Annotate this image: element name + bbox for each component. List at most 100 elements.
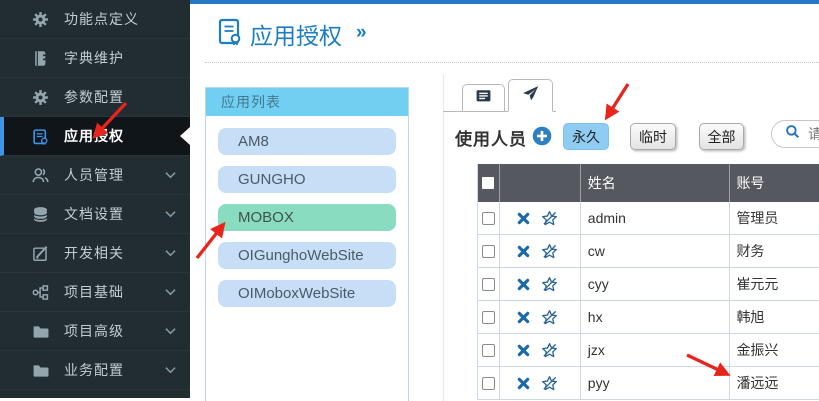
detail-list-icon bbox=[475, 87, 492, 109]
star-slash-icon[interactable] bbox=[541, 243, 558, 260]
delete-x-icon[interactable] bbox=[517, 278, 530, 291]
delete-x-icon[interactable] bbox=[517, 377, 530, 390]
user-account: 财务 bbox=[730, 235, 819, 267]
app-window: 功能点定义 字典维护 参数配置 应用授权 人员管理 文档设置 开发相关 bbox=[0, 0, 819, 401]
arrow-to-permanent bbox=[607, 84, 628, 117]
sitemap-icon bbox=[32, 283, 50, 301]
name-column-header: 姓名 bbox=[581, 164, 731, 202]
row-checkbox[interactable] bbox=[482, 377, 495, 390]
user-account: 韩旭 bbox=[730, 301, 819, 333]
delete-x-icon[interactable] bbox=[517, 311, 530, 324]
star-slash-icon[interactable] bbox=[541, 375, 558, 392]
app-item-oigunghowebsite[interactable]: OIGunghoWebSite bbox=[218, 242, 396, 269]
sidebar-item-feature-definition[interactable]: 功能点定义 bbox=[0, 0, 190, 39]
clipboard-badge-icon bbox=[32, 127, 50, 145]
user-account: 潘远远 bbox=[730, 367, 819, 399]
sidebar-item-parameter-config[interactable]: 参数配置 bbox=[0, 78, 190, 117]
select-all-checkbox[interactable] bbox=[478, 164, 500, 202]
filter-button-all[interactable]: 全部 bbox=[699, 123, 744, 150]
table-row[interactable]: cw 财务 bbox=[478, 235, 819, 268]
sidebar-item-project-basic[interactable]: 项目基础 bbox=[0, 273, 190, 312]
users-panel-title: 使用人员 bbox=[455, 125, 527, 150]
account-column-header: 账号 bbox=[730, 164, 819, 202]
chevron-down-icon bbox=[165, 288, 176, 296]
table-row[interactable]: cyy 崔元元 bbox=[478, 268, 819, 301]
star-slash-icon[interactable] bbox=[541, 342, 558, 359]
edit-icon bbox=[32, 244, 50, 262]
top-accent-bar bbox=[190, 0, 819, 4]
chevron-down-icon bbox=[165, 171, 176, 179]
title-chevron: » bbox=[356, 22, 367, 44]
app-item-oimoboxwebsite[interactable]: OIMoboxWebSite bbox=[218, 280, 396, 307]
sidebar-item-label: 开发相关 bbox=[64, 243, 124, 263]
table-row[interactable]: admin 管理员 bbox=[478, 202, 819, 235]
plus-circle-icon[interactable] bbox=[532, 126, 552, 146]
delete-x-icon[interactable] bbox=[517, 344, 530, 357]
app-list: AM8 GUNGHO MOBOX OIGunghoWebSite OIMobox… bbox=[206, 116, 408, 307]
star-slash-icon[interactable] bbox=[541, 210, 558, 227]
page-title: 应用授权 bbox=[250, 17, 342, 51]
users-icon bbox=[32, 166, 50, 184]
paper-plane-icon bbox=[522, 85, 539, 107]
folder-icon bbox=[32, 361, 50, 379]
sidebar-item-label: 参数配置 bbox=[64, 87, 124, 107]
sidebar-item-app-authorization[interactable]: 应用授权 bbox=[0, 117, 190, 156]
sidebar-item-personnel-management[interactable]: 人员管理 bbox=[0, 156, 190, 195]
sidebar-item-project-advanced[interactable]: 项目高级 bbox=[0, 312, 190, 351]
sidebar: 功能点定义 字典维护 参数配置 应用授权 人员管理 文档设置 开发相关 bbox=[0, 0, 190, 398]
delete-x-icon[interactable] bbox=[517, 245, 530, 258]
sidebar-item-business-config[interactable]: 业务配置 bbox=[0, 351, 190, 390]
sidebar-item-label: 项目高级 bbox=[64, 321, 124, 341]
app-item-am8[interactable]: AM8 bbox=[218, 128, 396, 155]
search-box bbox=[771, 120, 819, 148]
sidebar-item-label: 人员管理 bbox=[64, 165, 124, 185]
title-separator bbox=[205, 62, 819, 63]
sidebar-item-development[interactable]: 开发相关 bbox=[0, 234, 190, 273]
user-account: 崔元元 bbox=[730, 268, 819, 300]
app-item-mobox[interactable]: MOBOX bbox=[218, 204, 396, 231]
app-item-gungho[interactable]: GUNGHO bbox=[218, 166, 396, 193]
row-checkbox[interactable] bbox=[482, 212, 495, 225]
search-input[interactable] bbox=[808, 126, 819, 142]
folder-icon bbox=[32, 322, 50, 340]
star-slash-icon[interactable] bbox=[541, 276, 558, 293]
table-row[interactable]: jzx 金振兴 bbox=[478, 334, 819, 367]
row-checkbox[interactable] bbox=[482, 278, 495, 291]
filter-button-permanent[interactable]: 永久 bbox=[563, 123, 609, 150]
filter-button-temporary[interactable]: 临时 bbox=[630, 123, 676, 150]
sidebar-item-label: 项目基础 bbox=[64, 282, 124, 302]
tab-detail-list[interactable] bbox=[462, 84, 505, 111]
table-row[interactable]: pyy 潘远远 bbox=[478, 367, 819, 400]
sidebar-item-label: 应用授权 bbox=[64, 126, 124, 146]
tab-send-authorization[interactable] bbox=[508, 79, 553, 112]
sidebar-item-dictionary[interactable]: 字典维护 bbox=[0, 39, 190, 78]
user-name: hx bbox=[581, 301, 731, 333]
sidebar-item-label: 功能点定义 bbox=[64, 9, 139, 29]
checkbox-icon bbox=[482, 177, 494, 189]
delete-x-icon[interactable] bbox=[517, 212, 530, 225]
user-account: 金振兴 bbox=[730, 334, 819, 366]
chevron-down-icon bbox=[165, 366, 176, 374]
database-icon bbox=[32, 205, 50, 223]
row-checkbox[interactable] bbox=[482, 311, 495, 324]
user-name: admin bbox=[581, 202, 731, 234]
users-table: 姓名 账号 admin 管理员 cw 财务 bbox=[477, 164, 819, 400]
active-item-notch bbox=[180, 127, 190, 145]
row-checkbox[interactable] bbox=[482, 344, 495, 357]
chevron-down-icon bbox=[165, 210, 176, 218]
app-list-panel-title: 应用列表 bbox=[206, 88, 408, 116]
dictionary-icon bbox=[32, 49, 50, 67]
sidebar-item-document-settings[interactable]: 文档设置 bbox=[0, 195, 190, 234]
pane-divider bbox=[443, 75, 444, 401]
star-slash-icon[interactable] bbox=[541, 309, 558, 326]
user-name: cw bbox=[581, 235, 731, 267]
user-name: pyy bbox=[581, 367, 731, 399]
table-row[interactable]: hx 韩旭 bbox=[478, 301, 819, 334]
sidebar-item-label: 字典维护 bbox=[64, 48, 124, 68]
row-checkbox[interactable] bbox=[482, 245, 495, 258]
user-account: 管理员 bbox=[730, 202, 819, 234]
user-name: cyy bbox=[581, 268, 731, 300]
chevron-down-icon bbox=[165, 327, 176, 335]
clipboard-badge-icon bbox=[217, 16, 243, 46]
tab-strip bbox=[443, 80, 556, 112]
